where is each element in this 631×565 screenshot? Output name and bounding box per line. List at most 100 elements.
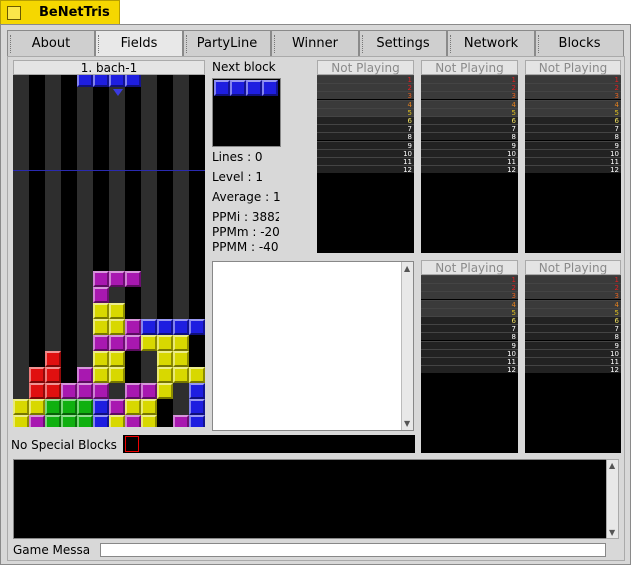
field-column-stripe (141, 75, 157, 427)
opponent-3-field: 1 2 3 4 5 6 7 8 9 10 11 12 (525, 75, 621, 253)
drop-indicator-icon (113, 89, 123, 96)
level-row: 1 (525, 275, 621, 284)
block-cell (77, 75, 93, 87)
level-row: 5 (317, 107, 414, 117)
level-row: 5 (421, 107, 518, 117)
grip-icon (450, 35, 453, 53)
opponent-3-label: Not Playing (525, 60, 621, 75)
level-row: 2 (525, 83, 621, 92)
block-cell (189, 367, 205, 383)
special-block-slot (125, 436, 139, 452)
tab-winner[interactable]: Winner (271, 30, 359, 56)
block-cell (157, 335, 173, 351)
player-name-label: 1. bach-1 (13, 60, 205, 75)
level-row: 7 (421, 324, 518, 333)
level-row: 12 (421, 365, 518, 374)
level-row: 10 (317, 148, 414, 158)
block-cell (141, 319, 157, 335)
tab-fields[interactable]: Fields (95, 30, 183, 56)
block-cell (109, 415, 125, 427)
partyline-preview[interactable]: ▲ ▼ (212, 261, 414, 431)
block-cell (93, 271, 109, 287)
scroll-up-icon[interactable]: ▲ (404, 264, 410, 273)
tab-label: About (31, 36, 71, 51)
level-row: 7 (421, 124, 518, 133)
level-row: 11 (421, 157, 518, 166)
level-row: 6 (525, 316, 621, 325)
block-cell (173, 319, 189, 335)
window-title-tab[interactable]: BeNetTris (0, 0, 120, 24)
block-cell (214, 80, 230, 96)
message-input[interactable] (100, 543, 606, 557)
level-row: 7 (525, 324, 621, 333)
block-cell (61, 415, 77, 427)
tab-about[interactable]: About (7, 30, 95, 56)
level-row: 4 (421, 299, 518, 309)
tab-settings[interactable]: Settings (359, 30, 447, 56)
lines-stat: Lines : 0 (212, 150, 263, 164)
game-messages-label: Game Messa (13, 543, 91, 557)
block-cell (93, 287, 109, 303)
block-cell (93, 399, 109, 415)
block-cell (45, 351, 61, 367)
block-cell (61, 383, 77, 399)
level-row: 1 (317, 75, 414, 84)
ppmm-stat: PPMm : -20 (212, 225, 280, 239)
window-close-icon[interactable] (7, 6, 21, 20)
block-cell (93, 303, 109, 319)
block-cell (125, 399, 141, 415)
block-cell (13, 415, 29, 427)
opponent-4-label: Not Playing (421, 260, 518, 275)
level-row: 8 (525, 132, 621, 141)
scroll-up-icon[interactable]: ▲ (609, 461, 615, 470)
scroll-down-icon[interactable]: ▼ (609, 528, 615, 537)
block-cell (93, 415, 109, 427)
tab-label: PartyLine (196, 36, 258, 51)
level-row: 8 (421, 132, 518, 141)
level-row: 12 (525, 365, 621, 374)
block-cell (93, 75, 109, 87)
level-row: 11 (317, 157, 414, 166)
opponent-5-label: Not Playing (525, 260, 621, 275)
block-cell (189, 383, 205, 399)
block-cell (93, 351, 109, 367)
block-cell (109, 335, 125, 351)
block-cell (61, 399, 77, 415)
level-row: 10 (421, 348, 518, 358)
level-row: 8 (525, 332, 621, 341)
level-row: 7 (317, 124, 414, 133)
chat-scrollbar[interactable]: ▲ ▼ (401, 262, 413, 430)
tab-label: Network (463, 36, 519, 51)
block-cell (189, 319, 205, 335)
level-row: 8 (317, 132, 414, 141)
level-row: 11 (421, 357, 518, 366)
tab-blocks[interactable]: Blocks (535, 30, 624, 56)
block-cell (157, 319, 173, 335)
ppmM-stat: PPMM : -40 (212, 240, 279, 254)
block-cell (125, 319, 141, 335)
block-cell (109, 319, 125, 335)
block-cell (125, 383, 141, 399)
block-cell (141, 415, 157, 427)
level-row: 6 (421, 316, 518, 325)
level-row: 5 (525, 307, 621, 317)
level-row: 6 (525, 116, 621, 125)
opponent-1-label: Not Playing (317, 60, 414, 75)
next-block-preview (212, 78, 281, 147)
tab-network[interactable]: Network (447, 30, 535, 56)
grip-icon (274, 35, 277, 53)
messages-scrollbar[interactable]: ▲ ▼ (606, 459, 619, 539)
tab-label: Blocks (558, 36, 601, 51)
level-row: 3 (421, 291, 518, 300)
block-cell (45, 367, 61, 383)
tab-label: Fields (120, 36, 158, 51)
level-row: 7 (525, 124, 621, 133)
level-row: 9 (525, 140, 621, 150)
scroll-down-icon[interactable]: ▼ (404, 419, 410, 428)
level-row: 2 (421, 283, 518, 292)
opponent-5-field: 1 2 3 4 5 6 7 8 9 10 11 12 (525, 275, 621, 453)
next-block-label: Next block (212, 60, 276, 74)
block-cell (125, 335, 141, 351)
tab-partyline[interactable]: PartyLine (183, 30, 271, 56)
average-stat: Average : 1 (212, 190, 281, 204)
